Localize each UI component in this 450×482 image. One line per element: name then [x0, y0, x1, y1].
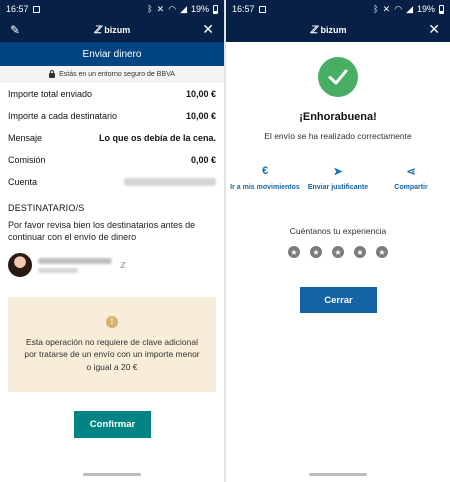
- action-label: Enviar justificante: [307, 184, 369, 191]
- star-icon[interactable]: ★: [354, 246, 366, 258]
- clock: 16:57: [232, 4, 255, 14]
- action-label: Compartir: [394, 184, 428, 191]
- bizum-small-icon: ℤ: [120, 260, 126, 270]
- bizum-logo: ℤ bizum: [310, 25, 346, 36]
- account-number-redacted: [124, 178, 216, 186]
- recipient-name-redacted: [38, 257, 112, 264]
- gesture-bar: [0, 473, 224, 476]
- rating-stars: ★ ★ ★ ★ ★: [226, 246, 450, 258]
- recipient-item: ℤ: [0, 243, 224, 277]
- bluetooth-icon: ᛒ: [373, 3, 379, 14]
- summary-row: Importe total enviado 10,00 €: [8, 83, 216, 105]
- row-value: Lo que os debía de la cena.: [98, 133, 216, 143]
- row-value: 0,00 €: [190, 155, 216, 165]
- action-label: Ir a mis movimientos: [230, 184, 300, 191]
- row-value: 10,00 €: [185, 89, 216, 99]
- star-icon[interactable]: ★: [310, 246, 322, 258]
- action-row: € Ir a mis movimientos ➤ Enviar justific…: [226, 165, 450, 192]
- star-icon[interactable]: ★: [288, 246, 300, 258]
- row-label: Comisión: [8, 155, 46, 165]
- row-label: Cuenta: [8, 177, 38, 187]
- avatar: [8, 253, 32, 277]
- clock: 16:57: [6, 4, 29, 14]
- bizum-logo: ℤ bizum: [94, 25, 130, 36]
- summary-row: Mensaje Lo que os debía de la cena.: [8, 127, 216, 149]
- battery-icon: [213, 4, 218, 14]
- euro-circle-icon: €: [261, 165, 269, 177]
- star-icon[interactable]: ★: [376, 246, 388, 258]
- lock-icon: [49, 70, 56, 78]
- wifi-icon: ◠: [168, 3, 177, 14]
- row-label: Importe a cada destinatario: [8, 111, 118, 121]
- recipient-details-redacted: [38, 257, 112, 273]
- status-bar: 16:57 ᛒ ✕ ◠ ◢ 19%: [226, 0, 450, 18]
- page-title: Enviar dinero: [0, 42, 224, 66]
- recipients-hint: Por favor revisa bien los destinatarios …: [8, 220, 196, 242]
- info-icon: !: [106, 315, 118, 328]
- signal-icon: ◢: [180, 3, 187, 14]
- notice-text: Esta operación no requiere de clave adic…: [24, 336, 200, 372]
- success-title: ¡Enhorabuena!: [299, 111, 377, 123]
- close-icon[interactable]: ✕: [428, 21, 440, 38]
- summary-row: Comisión 0,00 €: [8, 149, 216, 171]
- battery-percent: 19%: [190, 4, 209, 14]
- row-label: Importe total enviado: [8, 89, 93, 99]
- close-icon[interactable]: ✕: [202, 21, 214, 38]
- mute-icon: ✕: [382, 3, 391, 14]
- send-receipt-action[interactable]: ➤ Enviar justificante: [303, 165, 373, 192]
- brand-name: bizum: [320, 25, 347, 35]
- secure-banner: Estás en un entorno seguro de BBVA: [0, 66, 224, 83]
- success-check-icon: [318, 57, 358, 97]
- movements-action[interactable]: € Ir a mis movimientos: [230, 165, 300, 192]
- recipients-section: DESTINATARIO/S Por favor revisa bien los…: [0, 193, 224, 243]
- row-value: 10,00 €: [185, 111, 216, 121]
- battery-percent: 19%: [416, 4, 435, 14]
- gallery-notification-icon: [258, 5, 266, 13]
- app-bar: ✎ ℤ bizum ✕: [0, 18, 224, 42]
- star-icon[interactable]: ★: [332, 246, 344, 258]
- app-bar: ℤ bizum ✕: [226, 18, 450, 42]
- info-notice: ! Esta operación no requiere de clave ad…: [8, 297, 216, 392]
- share-action[interactable]: ⋖ Compartir: [376, 165, 446, 192]
- row-label: Mensaje: [8, 133, 43, 143]
- gesture-bar: [226, 473, 450, 476]
- summary-row: Cuenta: [8, 171, 216, 193]
- recipients-title: DESTINATARIO/S: [8, 203, 85, 213]
- status-bar: 16:57 ᛒ ✕ ◠ ◢ 19%: [0, 0, 224, 18]
- bluetooth-icon: ᛒ: [147, 3, 153, 14]
- signal-icon: ◢: [406, 3, 413, 14]
- send-icon: ➤: [333, 166, 343, 178]
- confirm-button[interactable]: Confirmar: [74, 411, 151, 438]
- summary-list: Importe total enviado 10,00 € Importe a …: [0, 83, 224, 193]
- summary-row: Importe a cada destinatario 10,00 €: [8, 105, 216, 127]
- wifi-icon: ◠: [394, 3, 403, 14]
- bizum-mark-icon: ℤ: [310, 24, 318, 36]
- gallery-notification-icon: [32, 5, 40, 13]
- close-button[interactable]: Cerrar: [300, 287, 377, 313]
- pencil-icon[interactable]: ✎: [10, 23, 20, 37]
- bizum-mark-icon: ℤ: [93, 24, 102, 36]
- recipient-phone-redacted: [38, 267, 78, 273]
- battery-icon: [439, 4, 444, 14]
- secure-text: Estás en un entorno seguro de BBVA: [59, 71, 175, 78]
- mute-icon: ✕: [156, 3, 165, 14]
- experience-label: Cuéntanos tu experiencia: [289, 226, 387, 236]
- brand-name: bizum: [104, 25, 131, 35]
- success-subtitle: El envío se ha realizado correctamente: [264, 131, 412, 141]
- confirm-screen: 16:57 ᛒ ✕ ◠ ◢ 19% ✎ ℤ bizum ✕ Enviar din…: [0, 0, 224, 482]
- success-screen: 16:57 ᛒ ✕ ◠ ◢ 19% ℤ bizum ✕ ¡Enhorabuena…: [226, 0, 450, 482]
- share-icon: ⋖: [406, 166, 416, 178]
